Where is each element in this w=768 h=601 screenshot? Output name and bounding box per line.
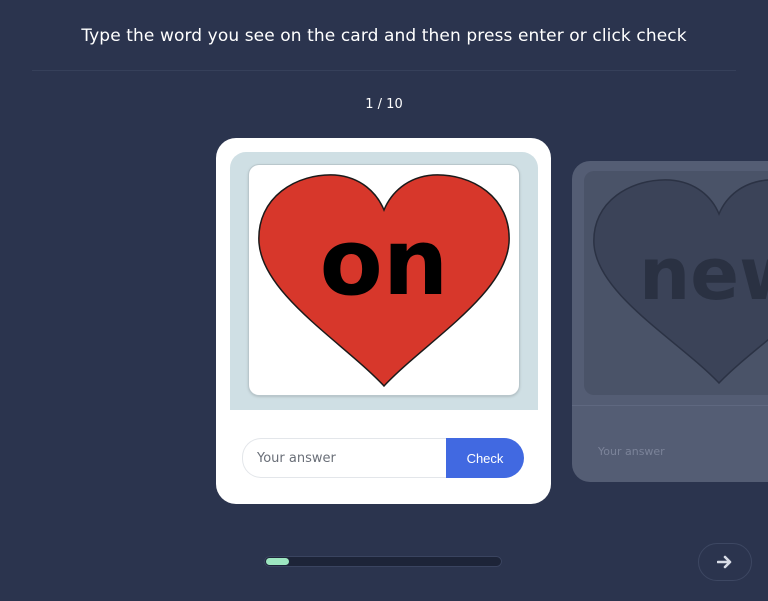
card-image: on bbox=[249, 165, 519, 395]
next-answer-placeholder: Your answer bbox=[598, 445, 665, 458]
card-image-frame: on bbox=[230, 152, 538, 410]
check-button[interactable]: Check bbox=[446, 438, 524, 478]
arrow-right-icon bbox=[717, 555, 732, 569]
progress-fill bbox=[266, 558, 289, 565]
heart-icon: on bbox=[258, 174, 510, 388]
next-card-divider bbox=[572, 405, 768, 406]
instruction-text: Type the word you see on the card and th… bbox=[81, 26, 687, 46]
card-word: on bbox=[320, 209, 449, 316]
next-card-word: new bbox=[639, 232, 768, 316]
card-counter: 1 / 10 bbox=[365, 97, 403, 112]
flashcard-next: new Your answer bbox=[572, 161, 768, 482]
next-heart-icon: new bbox=[593, 179, 768, 385]
next-card-image: new bbox=[584, 171, 768, 395]
progress-bar bbox=[264, 556, 502, 567]
next-button[interactable] bbox=[698, 543, 752, 581]
flashcard-current: on Check bbox=[216, 138, 551, 504]
header-divider bbox=[32, 70, 736, 71]
answer-row: Check bbox=[242, 438, 524, 478]
